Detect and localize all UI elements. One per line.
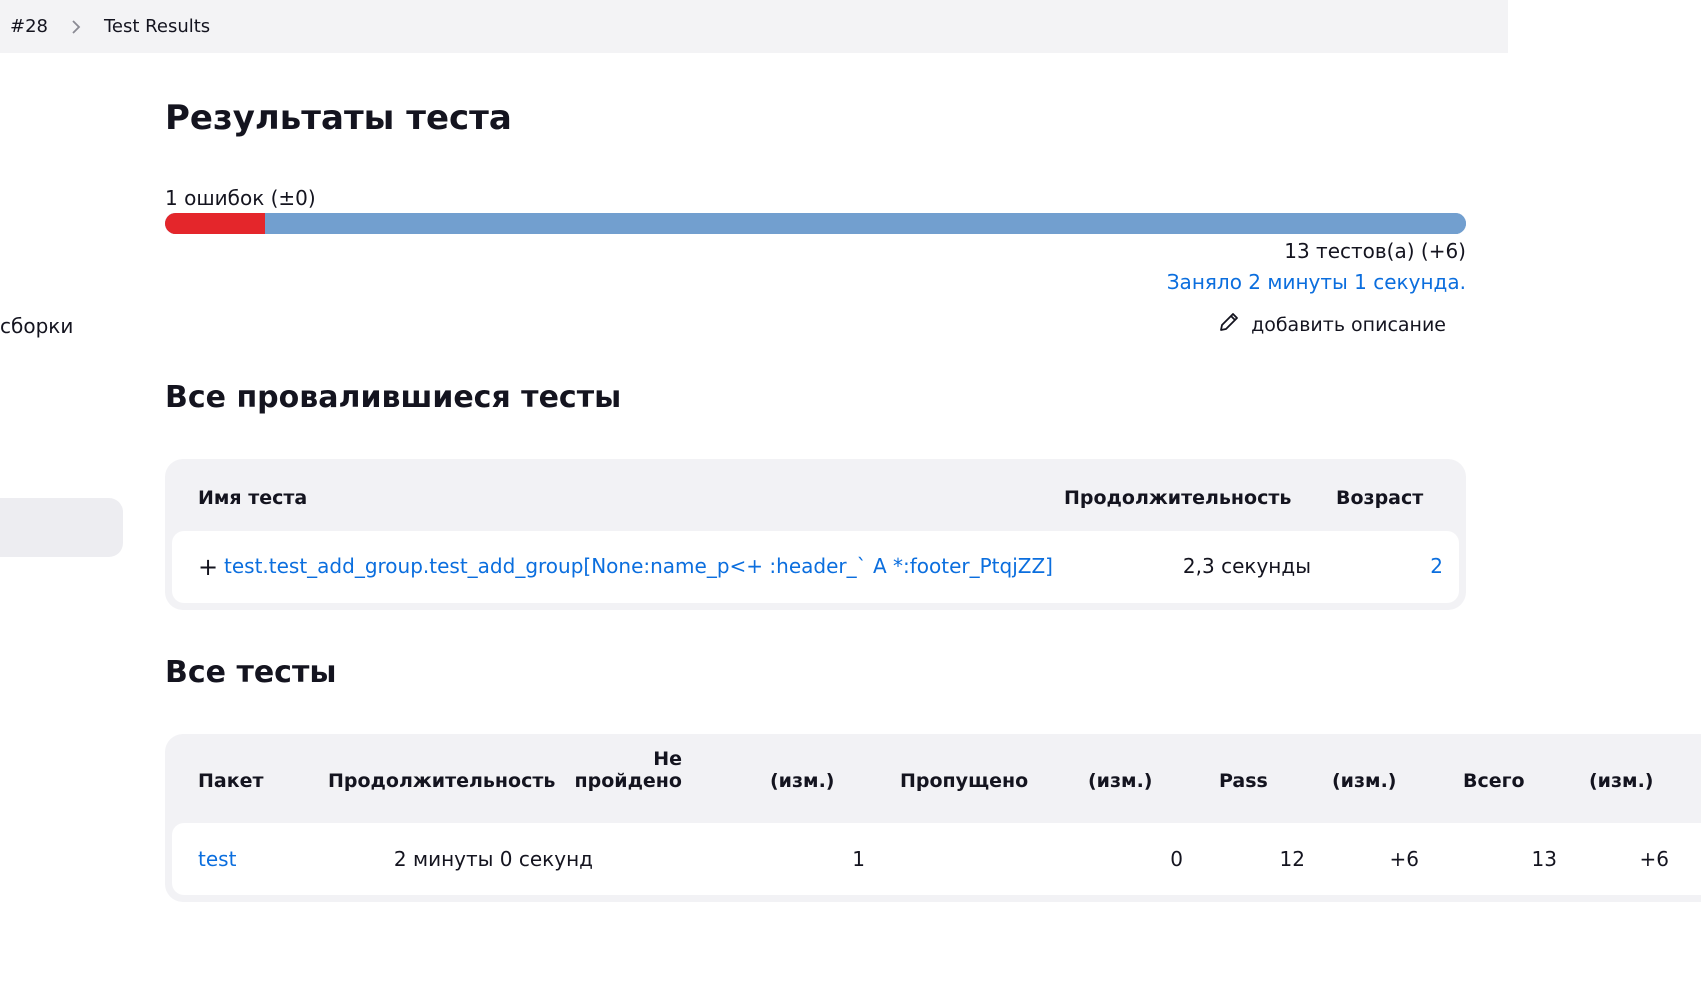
package-failed: 1 bbox=[852, 847, 865, 871]
duration-link[interactable]: Заняло 2 минуты 1 секунда. bbox=[1167, 270, 1466, 294]
failed-test-age-link[interactable]: 2 bbox=[1430, 554, 1443, 578]
column-header-test-name[interactable]: Имя теста bbox=[198, 487, 307, 509]
all-tests-title: Все тесты bbox=[165, 655, 337, 690]
column-header-skipped[interactable]: Пропущено bbox=[900, 770, 1028, 792]
add-description-button[interactable]: добавить описание bbox=[1217, 310, 1446, 339]
column-header-failed-line1: Не bbox=[653, 748, 682, 770]
breadcrumb-build[interactable]: #28 bbox=[10, 16, 48, 37]
breadcrumb: #28 Test Results bbox=[0, 0, 1508, 53]
package-skipped: 0 bbox=[1170, 847, 1183, 871]
column-header-pass[interactable]: Pass bbox=[1219, 770, 1268, 792]
breadcrumb-current-page[interactable]: Test Results bbox=[104, 16, 210, 37]
column-header-total[interactable]: Всего bbox=[1463, 770, 1525, 792]
progress-pass-segment bbox=[265, 213, 1466, 234]
chevron-right-icon bbox=[70, 19, 82, 35]
package-total-diff: +6 bbox=[1639, 847, 1669, 871]
failed-test-duration: 2,3 секунды bbox=[1182, 554, 1311, 578]
add-description-label: добавить описание bbox=[1251, 313, 1446, 336]
column-header-skipped-diff[interactable]: (изм.) bbox=[1088, 770, 1152, 792]
column-header-package[interactable]: Пакет bbox=[198, 770, 264, 792]
column-header-failed-line2: пройдено bbox=[574, 770, 682, 792]
failed-tests-table: Имя теста Продолжительность Возраст + te… bbox=[165, 459, 1466, 610]
column-header-duration[interactable]: Продолжительность bbox=[1064, 487, 1291, 509]
expand-icon[interactable]: + bbox=[198, 555, 218, 579]
fail-summary: 1 ошибок (±0) bbox=[165, 186, 316, 210]
pencil-icon bbox=[1217, 310, 1241, 339]
page-title: Результаты теста bbox=[165, 98, 512, 138]
sidebar-item-label[interactable]: сборки bbox=[0, 314, 73, 338]
package-total: 13 bbox=[1531, 847, 1557, 871]
failed-test-link[interactable]: test.test_add_group.test_add_group[None:… bbox=[224, 554, 1053, 578]
table-row: + test.test_add_group.test_add_group[Non… bbox=[172, 531, 1459, 603]
column-header-duration[interactable]: Продолжительность bbox=[328, 770, 555, 792]
column-header-pass-diff[interactable]: (изм.) bbox=[1332, 770, 1396, 792]
column-header-failed[interactable]: Не пройдено bbox=[574, 748, 682, 792]
package-link[interactable]: test bbox=[198, 847, 236, 871]
tests-count: 13 тестов(а) (+6) bbox=[1284, 239, 1466, 263]
package-pass: 12 bbox=[1279, 847, 1305, 871]
all-tests-table: Пакет Продолжительность Не пройдено (изм… bbox=[165, 734, 1701, 902]
package-pass-diff: +6 bbox=[1389, 847, 1419, 871]
sidebar-item-active[interactable] bbox=[0, 498, 123, 557]
test-progress-bar bbox=[165, 213, 1466, 234]
table-row: test 2 минуты 0 секунд 1 0 12 +6 +6 13 bbox=[172, 823, 1701, 895]
column-header-age[interactable]: Возраст bbox=[1336, 487, 1423, 509]
column-header-failed-diff[interactable]: (изм.) bbox=[770, 770, 834, 792]
progress-fail-segment bbox=[165, 213, 266, 234]
column-header-total-diff[interactable]: (изм.) bbox=[1589, 770, 1653, 792]
package-duration: 2 минуты 0 секунд bbox=[393, 847, 593, 871]
failed-tests-title: Все провалившиеся тесты bbox=[165, 380, 622, 415]
